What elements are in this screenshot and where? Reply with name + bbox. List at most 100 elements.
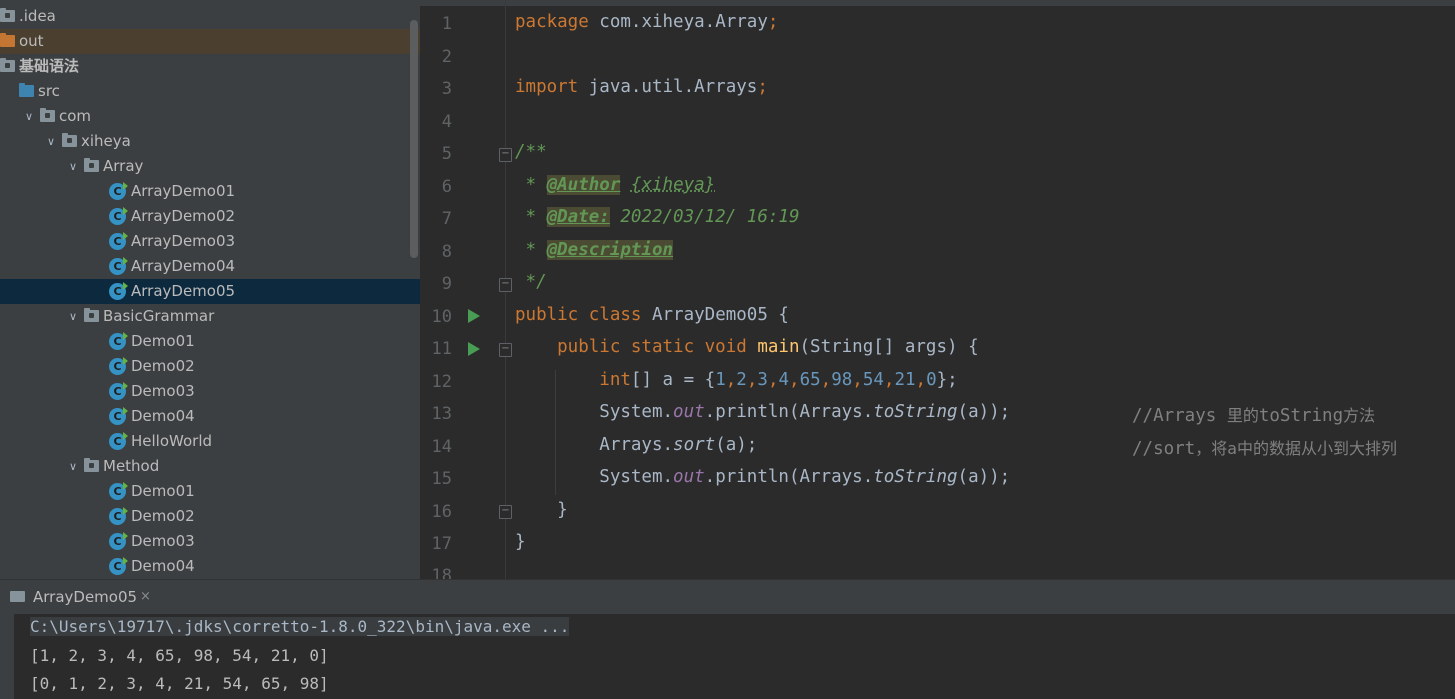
code-line-3: import java.util.Arrays; xyxy=(515,77,768,97)
tree-item[interactable]: C ArrayDemo03 xyxy=(0,229,420,254)
code-text: }; xyxy=(936,370,958,390)
fold-marker-icon[interactable]: − xyxy=(499,278,512,292)
number: 3 xyxy=(757,370,768,390)
doc-star: * xyxy=(515,175,547,195)
tree-item[interactable]: ∨ Method xyxy=(0,454,420,479)
comment-text: //sort xyxy=(1132,439,1196,459)
doc-space xyxy=(620,175,631,195)
doc-tag-description: @Description xyxy=(546,240,674,260)
java-class-icon: C xyxy=(109,432,128,450)
java-class-icon: C xyxy=(109,282,128,300)
code-text: ArrayDemo05 { xyxy=(641,305,789,325)
tree-item[interactable]: C Demo02 xyxy=(0,504,420,529)
run-class-icon[interactable] xyxy=(468,309,480,323)
number: 1 xyxy=(715,370,726,390)
run-toolbar-strip xyxy=(0,613,14,699)
doc-date-value: 2022/03/12/ 16:19 xyxy=(609,207,800,227)
tree-item[interactable]: out xyxy=(0,29,420,54)
close-icon[interactable]: × xyxy=(140,580,151,614)
static-field: out xyxy=(673,402,705,422)
run-tab-bar: ArrayDemo05 × xyxy=(0,579,1455,614)
tree-item[interactable]: C Demo01 xyxy=(0,479,420,504)
tree-item[interactable]: C Demo03 xyxy=(0,379,420,404)
folder-grey-icon xyxy=(0,8,15,22)
tree-item[interactable]: ∨ Array xyxy=(0,154,420,179)
code-line-6: * @Author {xiheya} xyxy=(515,175,715,195)
code-text: .println(Arrays. xyxy=(704,467,874,487)
java-class-icon: C xyxy=(109,332,128,350)
tree-item[interactable]: C ArrayDemo05 xyxy=(0,279,420,304)
chevron-down-icon[interactable]: ∨ xyxy=(66,304,80,329)
package-icon xyxy=(84,458,99,472)
line-comment: //Arrays 里的toString方法 xyxy=(1132,402,1375,426)
line-number: 8 xyxy=(441,242,452,262)
tree-item[interactable]: ∨ xiheya xyxy=(0,129,420,154)
tree-scrollbar[interactable] xyxy=(410,20,418,258)
chevron-down-icon[interactable]: ∨ xyxy=(66,454,80,479)
code-text: [] a = { xyxy=(630,370,716,390)
code-line-5: /** xyxy=(515,142,547,162)
semicolon: ; xyxy=(767,12,779,32)
chevron-down-icon[interactable]: ∨ xyxy=(66,154,80,179)
line-number: 3 xyxy=(441,79,452,99)
tree-item-label: Demo03 xyxy=(131,532,195,550)
tree-item[interactable]: C ArrayDemo02 xyxy=(0,204,420,229)
line-number: 6 xyxy=(441,177,452,197)
tree-item[interactable]: ∨ com xyxy=(0,104,420,129)
code-text: (String[] args) { xyxy=(799,337,979,357)
java-class-icon: C xyxy=(109,482,128,500)
tree-item[interactable]: C Demo03 xyxy=(0,529,420,554)
line-number: 17 xyxy=(431,534,452,554)
java-class-icon: C xyxy=(109,382,128,400)
number: 98 xyxy=(831,370,853,390)
tree-item[interactable]: C HelloWorld xyxy=(0,429,420,454)
tree-item[interactable]: C ArrayDemo01 xyxy=(0,179,420,204)
comment-text: ，将 xyxy=(1195,439,1228,458)
code-editor[interactable]: 1 2 3 4 5 6 7 8 9 10 11 12 13 14 15 16 1… xyxy=(420,0,1455,579)
package-icon xyxy=(84,158,99,172)
tree-item[interactable]: C Demo04 xyxy=(0,554,420,579)
number: 2 xyxy=(736,370,747,390)
chevron-down-icon[interactable]: ∨ xyxy=(44,129,58,154)
fold-marker-icon[interactable]: − xyxy=(499,148,512,162)
tree-item-label: ArrayDemo04 xyxy=(131,257,236,275)
line-number: 12 xyxy=(431,372,452,392)
tree-item-label: Demo01 xyxy=(131,332,195,350)
tree-item[interactable]: .idea xyxy=(0,4,420,29)
tree-item[interactable]: 基础语法 xyxy=(0,54,420,79)
code-line-16: } xyxy=(515,500,568,520)
number: 21 xyxy=(894,370,916,390)
chevron-down-icon[interactable]: ∨ xyxy=(22,104,36,129)
package-icon xyxy=(40,108,55,122)
code-text: Arrays. xyxy=(515,435,674,455)
java-class-icon: C xyxy=(109,557,128,575)
line-number: 13 xyxy=(431,404,452,424)
tree-item[interactable]: ∨src xyxy=(0,79,420,104)
code-line-14: Arrays.sort(a); xyxy=(515,435,757,455)
code-line-7: * @Date: 2022/03/12/ 16:19 xyxy=(515,207,799,227)
java-class-icon: C xyxy=(109,182,128,200)
run-tab[interactable]: ArrayDemo05 × xyxy=(0,580,151,614)
tree-item[interactable]: C Demo04 xyxy=(0,404,420,429)
java-class-icon: C xyxy=(109,507,128,525)
line-number: 16 xyxy=(431,502,452,522)
code-line-8: * @Description xyxy=(515,240,674,260)
fold-marker-icon[interactable]: − xyxy=(499,343,512,357)
doc-author-value: {xiheya} xyxy=(630,175,716,195)
tree-item[interactable]: C Demo02 xyxy=(0,354,420,379)
tree-item[interactable]: C ArrayDemo04 xyxy=(0,254,420,279)
console-command-line[interactable]: C:\Users\19717\.jdks\corretto-1.8.0_322\… xyxy=(30,617,570,636)
tree-item-label: src xyxy=(38,82,60,100)
run-main-icon[interactable] xyxy=(468,342,480,356)
fold-marker-icon[interactable]: − xyxy=(499,505,512,519)
line-number: 11 xyxy=(431,339,452,359)
tree-item[interactable]: ∨ BasicGrammar xyxy=(0,304,420,329)
code-line-13: System.out.println(Arrays.toString(a)); xyxy=(515,402,1010,422)
java-class-icon: C xyxy=(109,357,128,375)
static-field: out xyxy=(673,467,705,487)
tree-item-label: Demo04 xyxy=(131,407,195,425)
comment-text: toString xyxy=(1258,406,1344,426)
line-number: 5 xyxy=(441,144,452,164)
tree-item-label: Demo02 xyxy=(131,357,195,375)
tree-item[interactable]: C Demo01 xyxy=(0,329,420,354)
